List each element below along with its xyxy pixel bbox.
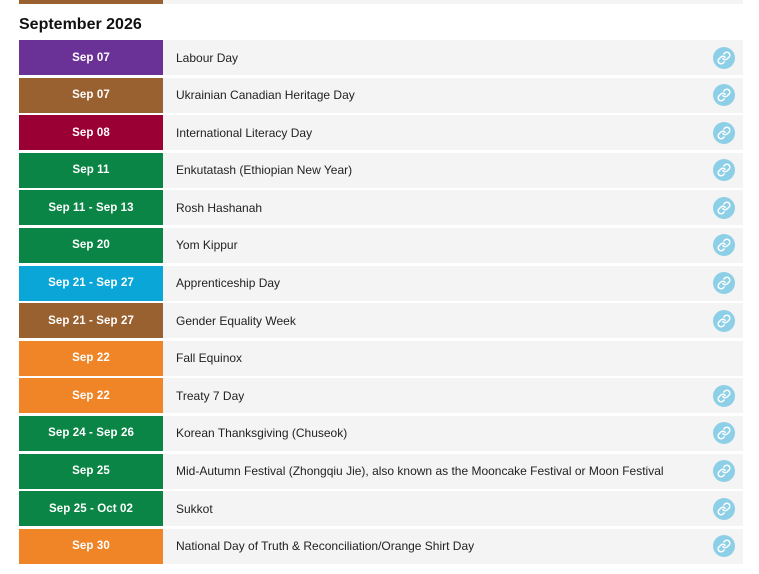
- event-date-badge: Sep 22: [19, 378, 163, 414]
- link-icon[interactable]: [713, 84, 735, 107]
- event-date-badge: Sep 11 - Sep 13: [19, 190, 163, 226]
- event-date-badge: Sep 22: [19, 340, 163, 376]
- event-list: Sep 07 Labour Day Sep 07 Ukrainian Canadian…: [19, 40, 743, 566]
- event-row[interactable]: Sep 07 Ukrainian Canadian Heritage Day: [19, 77, 743, 113]
- event-title: Labour Day: [176, 50, 239, 65]
- link-icon[interactable]: [713, 384, 735, 407]
- link-icon[interactable]: [713, 535, 735, 558]
- link-icon[interactable]: [713, 272, 735, 295]
- event-date-badge: Sep 07: [19, 77, 163, 113]
- link-icon[interactable]: [713, 497, 735, 520]
- event-title: National Day of Truth & Reconciliation/O…: [176, 539, 475, 554]
- event-title: Treaty 7 Day: [176, 388, 245, 403]
- link-icon[interactable]: [713, 422, 735, 445]
- event-date-badge: Sep 21 - Sep 27: [19, 265, 163, 301]
- event-title: International Literacy Day: [176, 125, 313, 140]
- link-icon[interactable]: [713, 46, 735, 69]
- no-link-placeholder: [713, 341, 743, 376]
- link-icon[interactable]: [713, 309, 735, 332]
- link-icon[interactable]: [713, 159, 735, 182]
- event-date-badge: Sep 25 - Oct 02: [19, 491, 163, 527]
- event-row[interactable]: Sep 25 - Oct 02 Sukkot: [19, 491, 743, 527]
- link-icon[interactable]: [713, 460, 735, 483]
- event-row[interactable]: Sep 21 - Sep 27 Apprenticeship Day: [19, 265, 743, 301]
- event-date-badge: Sep 08: [19, 115, 163, 151]
- link-icon[interactable]: [713, 234, 735, 257]
- event-title: Mid-Autumn Festival (Zhongqiu Jie), also…: [176, 464, 664, 479]
- event-date-badge: Sep 21 - Sep 27: [19, 303, 163, 339]
- event-row[interactable]: Sep 20 Yom Kippur: [19, 227, 743, 263]
- event-date-badge: Sep 24 - Sep 26: [19, 415, 163, 451]
- event-row[interactable]: Sep 11 Enkutatash (Ethiopian New Year): [19, 152, 743, 188]
- event-row[interactable]: Sep 11 - Sep 13 Rosh Hashanah: [19, 190, 743, 226]
- event-date-badge: Sep 25: [19, 453, 163, 489]
- link-icon[interactable]: [713, 121, 735, 144]
- event-row[interactable]: Sep 30 National Day of Truth & Reconcilia…: [19, 528, 743, 564]
- previous-month-last-row: [19, 0, 743, 4]
- event-title: Korean Thanksgiving (Chuseok): [176, 426, 348, 441]
- event-date-badge: Sep 07: [19, 40, 163, 75]
- event-row[interactable]: Sep 21 - Sep 27 Gender Equality Week: [19, 303, 743, 339]
- event-date-badge: Sep 30: [19, 528, 163, 564]
- event-row[interactable]: Sep 07 Labour Day: [19, 40, 743, 75]
- event-row[interactable]: Sep 08 International Literacy Day: [19, 115, 743, 151]
- event-title: Rosh Hashanah: [176, 200, 263, 215]
- event-title: Yom Kippur: [176, 238, 238, 253]
- event-row[interactable]: Sep 22 Fall Equinox: [19, 340, 743, 376]
- event-title: Gender Equality Week: [176, 313, 296, 328]
- previous-row-date-badge: [19, 0, 163, 4]
- link-icon[interactable]: [713, 196, 735, 219]
- event-date-badge: Sep 11: [19, 152, 163, 188]
- event-date-badge: Sep 20: [19, 227, 163, 263]
- event-title: Apprenticeship Day: [176, 276, 281, 291]
- event-row[interactable]: Sep 25 Mid-Autumn Festival (Zhongqiu Jie)…: [19, 453, 743, 489]
- event-title: Sukkot: [176, 501, 213, 516]
- month-heading: September 2026: [19, 16, 142, 33]
- event-title: Enkutatash (Ethiopian New Year): [176, 163, 353, 178]
- event-row[interactable]: Sep 24 - Sep 26 Korean Thanksgiving (Chus…: [19, 415, 743, 451]
- event-title: Fall Equinox: [176, 351, 243, 366]
- event-row[interactable]: Sep 22 Treaty 7 Day: [19, 378, 743, 414]
- event-title: Ukrainian Canadian Heritage Day: [176, 88, 355, 103]
